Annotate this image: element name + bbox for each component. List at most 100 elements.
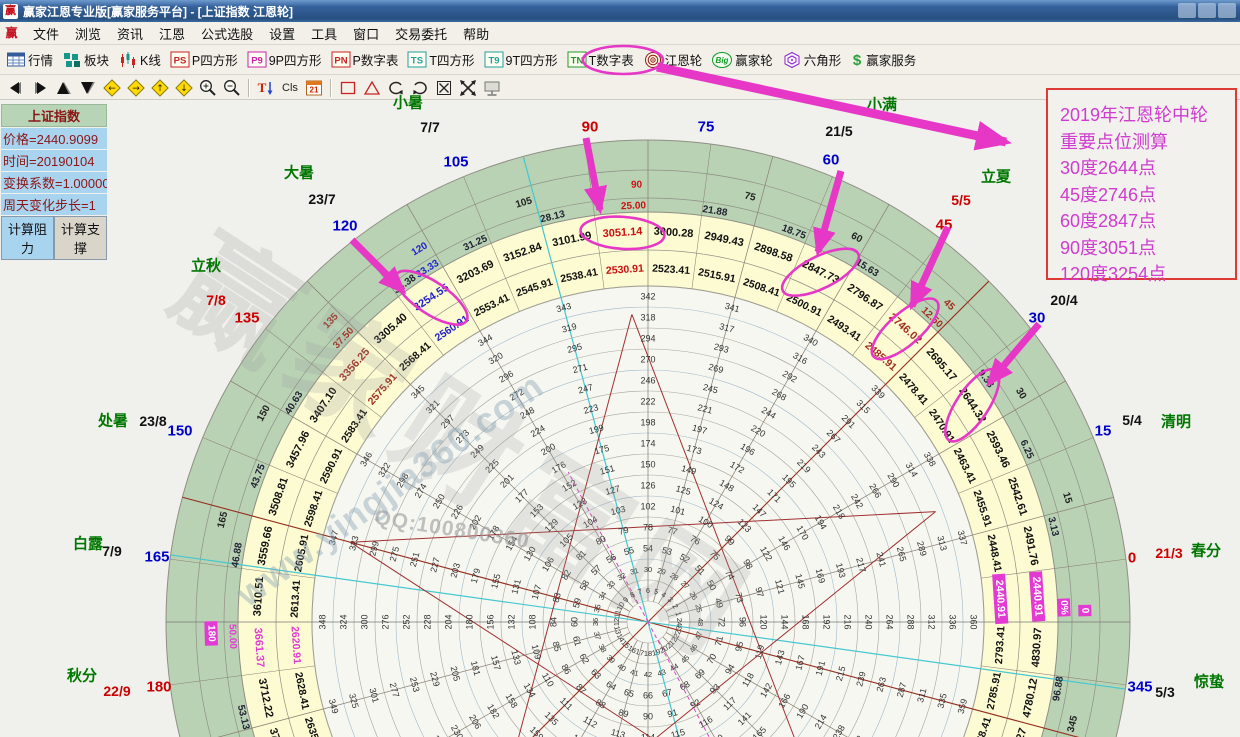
toolbar-item-pn[interactable]: PNP数字表 <box>331 50 399 69</box>
wheel-rim-label-7/8: 7/8 <box>206 292 225 308</box>
nav-left-icon[interactable] <box>4 78 28 98</box>
svg-text:60: 60 <box>570 617 580 627</box>
svg-text:6: 6 <box>646 586 650 595</box>
wheel-integer-label: 264 <box>885 614 895 629</box>
toolbar-item-t9[interactable]: T99T四方形 <box>484 50 558 69</box>
menu-item-4[interactable]: 公式选股 <box>193 25 261 44</box>
wheel-integer-label: 108 <box>528 614 538 629</box>
toolbar-item-blocks[interactable]: 板块 <box>62 50 109 69</box>
wheel-integer-label: 114 <box>641 733 655 737</box>
toolbar-separator <box>248 79 250 97</box>
menu-item-3[interactable]: 江恩 <box>151 25 193 44</box>
menu-item-7[interactable]: 窗口 <box>345 25 387 44</box>
annotation-line-3: 45度2746点 <box>1060 182 1235 209</box>
menu-item-0[interactable]: 文件 <box>25 25 67 44</box>
wheel-integer-label: 180 <box>465 614 475 629</box>
wheel-integer-label: 276 <box>381 614 391 629</box>
minimize-button[interactable] <box>1178 3 1196 18</box>
cls-icon[interactable]: Cls <box>278 78 302 98</box>
svg-text:126: 126 <box>640 481 655 491</box>
menu-item-5[interactable]: 设置 <box>261 25 303 44</box>
svg-text:288: 288 <box>906 614 916 629</box>
svg-text:90: 90 <box>631 179 643 190</box>
dia-right-icon[interactable]: → <box>124 78 148 98</box>
svg-text:180: 180 <box>205 625 216 642</box>
dia-up-icon[interactable]: ↑ <box>148 78 172 98</box>
svg-text:72: 72 <box>717 617 727 627</box>
dia-left-icon[interactable]: ← <box>100 78 124 98</box>
wheel-integer-label: 36 <box>591 618 600 626</box>
wheel-rim-label-60: 60 <box>823 152 840 169</box>
toolbar-item-dollar[interactable]: $赢家服务 <box>850 50 916 69</box>
svg-text:2523.41: 2523.41 <box>652 263 691 277</box>
toolbar-item-hex[interactable]: 六角形 <box>782 50 842 69</box>
wheel-integer-label: 342 <box>640 292 655 302</box>
panel-row-0: 价格=2440.9099 <box>1 128 107 149</box>
svg-text:342: 342 <box>640 292 655 302</box>
menu-item-8[interactable]: 交易委托 <box>387 25 455 44</box>
wheel-rim-label-春分: 春分 <box>1191 540 1221 561</box>
tn-icon: TN <box>567 51 589 69</box>
svg-text:318: 318 <box>640 313 655 323</box>
toolbar-item-ts[interactable]: TST四方形 <box>407 50 474 69</box>
box-x-icon[interactable] <box>432 78 456 98</box>
toolbar-item-kline[interactable]: K线 <box>118 50 161 69</box>
zoom-in-icon[interactable] <box>196 78 220 98</box>
svg-text:36: 36 <box>591 618 600 626</box>
maximize-button[interactable] <box>1198 3 1216 18</box>
dia-down-icon[interactable]: ↓ <box>172 78 196 98</box>
wheel-percent-label: 50.00 <box>226 624 238 650</box>
menu-item-1[interactable]: 浏览 <box>67 25 109 44</box>
calc-resistance-button[interactable]: 计算阻力 <box>1 216 54 260</box>
calc-support-button[interactable]: 计算支撑 <box>54 216 107 260</box>
svg-text:180: 180 <box>465 614 475 629</box>
info-panel: 上证指数 价格=2440.9099时间=20190104变换系数=1.00000… <box>1 104 107 260</box>
nav-up-icon[interactable] <box>52 78 76 98</box>
wheel-integer-label: 192 <box>822 614 832 629</box>
dollar-icon: $ <box>850 51 866 69</box>
wheel-percent-label: 0% <box>1057 598 1071 616</box>
toolbar-item-ps[interactable]: PSP四方形 <box>170 50 238 69</box>
svg-text:360: 360 <box>969 614 979 629</box>
menu-app-icon: 赢 <box>4 26 19 41</box>
wheel-integer-label: 360 <box>969 614 979 629</box>
toolbar-item-label: 行情 <box>28 50 53 69</box>
nav-right-icon[interactable] <box>28 78 52 98</box>
menu-item-2[interactable]: 资讯 <box>109 25 151 44</box>
window-controls <box>1178 3 1236 18</box>
wheel-integer-label: 288 <box>906 614 916 629</box>
wheel-price-inner: 2793.41 <box>993 626 1007 665</box>
nav-down-icon[interactable] <box>76 78 100 98</box>
wheel-rim-label-180: 180 <box>146 679 171 696</box>
toolbar-item-wheel[interactable]: 江恩轮 <box>643 50 703 69</box>
svg-text:132: 132 <box>507 614 517 629</box>
ts-icon: TS <box>407 51 429 69</box>
toolbar-item-big[interactable]: Big赢家轮 <box>711 50 773 69</box>
screen-icon[interactable] <box>480 78 504 98</box>
triangle-icon[interactable] <box>360 78 384 98</box>
svg-text:30: 30 <box>644 565 652 574</box>
rect-icon[interactable] <box>336 78 360 98</box>
svg-text:66: 66 <box>643 691 653 701</box>
wheel-rim-label-白露: 白露 <box>73 533 103 554</box>
wheel-rim-label-惊蛰: 惊蛰 <box>1194 671 1224 692</box>
wheel-rim-label-立夏: 立夏 <box>981 166 1011 187</box>
wheel-rim-label-23/8: 23/8 <box>139 413 166 429</box>
toolbar-item-tn[interactable]: TNT数字表 <box>567 50 634 69</box>
fit-icon[interactable] <box>456 78 480 98</box>
svg-text:192: 192 <box>822 614 832 629</box>
menu-item-9[interactable]: 帮助 <box>455 25 497 44</box>
t-down-icon[interactable]: T <box>254 78 278 98</box>
wheel-integer-label: 216 <box>843 614 853 629</box>
zoom-out-icon[interactable] <box>220 78 244 98</box>
wheel-price-inner: 2613.41 <box>289 579 303 618</box>
toolbar-item-label: 赢家服务 <box>866 50 916 69</box>
calendar-icon[interactable]: 21 <box>302 78 326 98</box>
toolbar-item-p9[interactable]: P99P四方形 <box>247 50 322 69</box>
svg-text:216: 216 <box>843 614 853 629</box>
close-button[interactable] <box>1218 3 1236 18</box>
svg-text:156: 156 <box>486 614 496 629</box>
toolbar-item-grid[interactable]: 行情 <box>6 50 53 69</box>
menu-item-6[interactable]: 工具 <box>303 25 345 44</box>
wheel-rim-label-秋分: 秋分 <box>67 665 97 686</box>
